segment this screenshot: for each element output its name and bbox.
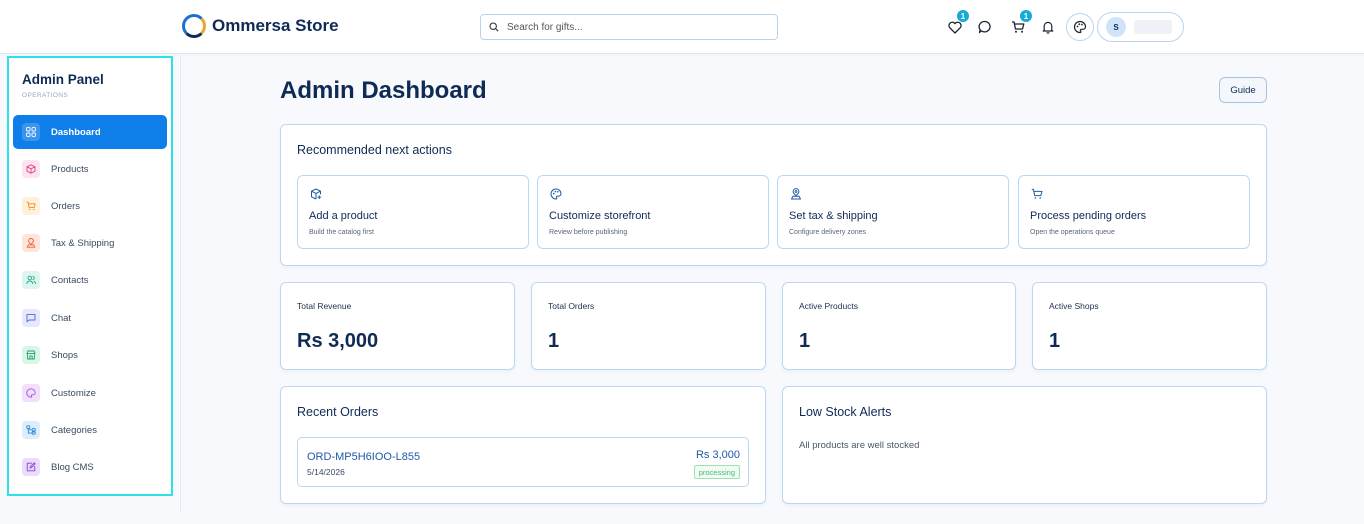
action-title: Add a product xyxy=(309,210,378,222)
sidebar-item-label: Categories xyxy=(51,424,97,436)
sidebar-item-label: Customize xyxy=(51,387,96,399)
recommended-actions-card: Recommended next actions Add a product B… xyxy=(280,124,1267,266)
action-desc: Review before publishing xyxy=(549,229,628,236)
action-title: Process pending orders xyxy=(1030,210,1147,222)
stat-label: Active Products xyxy=(799,301,859,311)
avatar: S xyxy=(1106,17,1126,37)
chat-icon xyxy=(22,309,40,327)
order-id: ORD-MP5H6IOO-L855 xyxy=(307,451,421,463)
recommended-heading: Recommended next actions xyxy=(297,143,452,157)
action-add-product[interactable]: Add a product Build the catalog first xyxy=(297,175,529,249)
status-badge: processing xyxy=(693,465,740,479)
cart-badge: 1 xyxy=(1020,10,1032,22)
action-customize-storefront[interactable]: Customize storefront Review before publi… xyxy=(537,175,769,249)
notifications-button[interactable] xyxy=(1039,18,1057,36)
top-header: Ommersa Store 1 1 S xyxy=(0,0,1364,54)
stat-label: Total Orders xyxy=(548,301,595,311)
sidebar-item-label: Chat xyxy=(51,312,72,324)
stat-card-active-products: Active Products 1 xyxy=(782,282,1016,370)
box-icon xyxy=(22,160,40,178)
cart-icon xyxy=(1012,21,1025,33)
guide-button[interactable]: Guide xyxy=(1219,77,1267,103)
sidebar-item-label: Orders xyxy=(51,200,81,212)
sidebar-item-label: Contacts xyxy=(51,274,89,286)
cart-icon xyxy=(22,197,40,215)
recent-orders-card: Recent Orders ORD-MP5H6IOO-L855 5/14/202… xyxy=(280,386,766,504)
sidebar-item-categories[interactable]: Categories xyxy=(13,413,167,447)
order-amount: Rs 3,000 xyxy=(695,449,740,461)
brand[interactable]: Ommersa Store xyxy=(182,14,339,38)
sidebar-item-customize[interactable]: Customize xyxy=(13,376,167,410)
palette-icon xyxy=(550,188,562,200)
sidebar-item-label: Dashboard xyxy=(51,126,101,138)
stat-value: 1 xyxy=(1049,330,1061,352)
sidebar-divider xyxy=(180,56,181,512)
sidebar-item-orders[interactable]: Orders xyxy=(13,189,167,223)
palette-icon xyxy=(22,384,40,402)
bell-icon xyxy=(1042,21,1054,34)
cart-icon xyxy=(1031,188,1043,199)
action-title: Customize storefront xyxy=(549,210,651,222)
theme-button[interactable] xyxy=(1066,13,1094,41)
action-title: Set tax & shipping xyxy=(789,210,878,222)
search-icon xyxy=(489,22,499,32)
map-pin-icon xyxy=(791,188,801,200)
order-date: 5/14/2026 xyxy=(307,467,345,477)
sidebar-item-contacts[interactable]: Contacts xyxy=(13,263,167,297)
stat-card-active-shops: Active Shops 1 xyxy=(1032,282,1267,370)
stat-value: 1 xyxy=(799,330,811,352)
stat-card-total-revenue: Total Revenue Rs 3,000 xyxy=(280,282,515,370)
brand-logo xyxy=(182,14,206,38)
sidebar-item-shops[interactable]: Shops xyxy=(13,338,167,372)
package-plus-icon xyxy=(311,188,322,200)
grid-icon xyxy=(22,123,40,141)
heart-icon xyxy=(948,21,962,34)
sidebar-item-label: Tax & Shipping xyxy=(51,237,115,249)
low-stock-message: All products are well stocked xyxy=(799,440,920,451)
order-row[interactable]: ORD-MP5H6IOO-L855 5/14/2026 Rs 3,000 pro… xyxy=(297,437,749,487)
stat-label: Total Revenue xyxy=(297,301,352,311)
sidebar-item-blog-cms[interactable]: Blog CMS xyxy=(13,450,167,484)
cart-button[interactable]: 1 xyxy=(1009,10,1032,36)
palette-icon xyxy=(1073,20,1087,34)
user-menu[interactable]: S xyxy=(1097,12,1184,42)
search-bar[interactable] xyxy=(480,14,778,40)
sidebar-item-dashboard[interactable]: Dashboard xyxy=(13,115,167,149)
action-desc: Build the catalog first xyxy=(309,229,374,236)
recent-orders-heading: Recent Orders xyxy=(297,405,379,419)
messages-button[interactable] xyxy=(976,18,994,36)
action-desc: Configure delivery zones xyxy=(789,229,867,236)
user-name-redacted xyxy=(1134,20,1172,34)
stat-card-total-orders: Total Orders 1 xyxy=(531,282,766,370)
map-pin-icon xyxy=(22,234,40,252)
brand-name: Ommersa Store xyxy=(212,16,339,35)
stat-value: Rs 3,000 xyxy=(297,330,379,352)
admin-sidebar: Admin Panel OPERATIONS Dashboard Product… xyxy=(7,56,173,496)
sidebar-title: Admin Panel xyxy=(22,72,104,87)
chat-bubble-icon xyxy=(978,20,991,34)
action-desc: Open the operations queue xyxy=(1030,229,1115,236)
stat-label: Active Shops xyxy=(1049,301,1099,311)
edit-icon xyxy=(22,458,40,476)
sidebar-item-label: Blog CMS xyxy=(51,461,94,473)
tree-icon xyxy=(22,421,40,439)
sidebar-item-label: Products xyxy=(51,163,89,175)
action-process-orders[interactable]: Process pending orders Open the operatio… xyxy=(1018,175,1250,249)
search-input[interactable] xyxy=(507,21,757,33)
sidebar-subtitle: OPERATIONS xyxy=(22,92,69,99)
store-icon xyxy=(22,346,40,364)
low-stock-heading: Low Stock Alerts xyxy=(799,405,892,419)
wishlist-button[interactable]: 1 xyxy=(946,10,969,36)
low-stock-card: Low Stock Alerts All products are well s… xyxy=(782,386,1267,504)
stat-value: 1 xyxy=(548,330,560,352)
wishlist-badge: 1 xyxy=(957,10,969,22)
users-icon xyxy=(22,271,40,289)
page-title: Admin Dashboard xyxy=(280,77,487,104)
action-set-tax-shipping[interactable]: Set tax & shipping Configure delivery zo… xyxy=(777,175,1009,249)
sidebar-item-chat[interactable]: Chat xyxy=(13,301,167,335)
sidebar-item-products[interactable]: Products xyxy=(13,152,167,186)
sidebar-item-label: Shops xyxy=(51,349,78,361)
sidebar-item-tax-shipping[interactable]: Tax & Shipping xyxy=(13,226,167,260)
